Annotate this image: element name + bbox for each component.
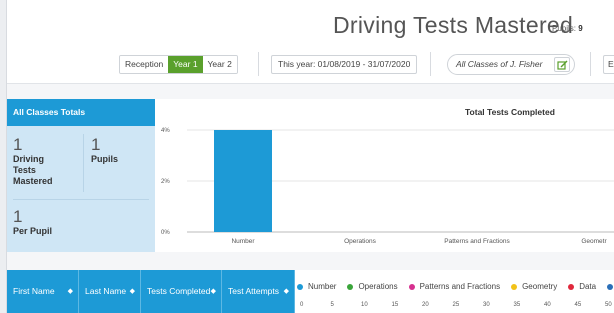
sort-icon: ◆: [129, 288, 135, 295]
x-tick-label: Operations: [344, 238, 377, 245]
axis-tick-label: 20: [422, 302, 429, 308]
column-header-tests-completed[interactable]: Tests Completed ◆: [141, 270, 222, 313]
sort-icon: ◆: [67, 288, 73, 295]
tab-year-1[interactable]: Year 1: [168, 56, 203, 73]
legend-label: Operations: [358, 282, 398, 291]
tab-reception[interactable]: Reception: [120, 56, 169, 73]
axis-tick-label: 30: [483, 302, 490, 308]
column-label: Last Name: [85, 286, 127, 296]
divider: [13, 199, 149, 200]
y-tick-label: 2%: [161, 179, 170, 185]
sort-icon: ◆: [283, 288, 289, 295]
axis-tick-label: 45: [574, 302, 582, 308]
stat-label-line: Mastered: [13, 176, 53, 186]
summary-panel: All Classes Totals 1 Driving Tests Maste…: [7, 99, 155, 252]
axis-tick-label: 35: [513, 302, 521, 308]
x-tick-label: Number: [231, 238, 255, 245]
column-header-last-name[interactable]: Last Name ◆: [79, 270, 141, 313]
divider: [430, 52, 431, 76]
sort-icon: ◆: [210, 288, 216, 295]
legend-dot: [568, 283, 575, 290]
page-header: Driving Tests Mastered Pupils: 9 Recepti…: [7, 0, 614, 84]
tab-year-2[interactable]: Year 2: [202, 56, 237, 73]
x-tick-label: Geometr: [581, 238, 607, 245]
axis-tick-label: 5: [330, 302, 334, 308]
stat-value: 1: [13, 135, 23, 154]
legend-dot: [297, 283, 303, 290]
legend-item-patterns[interactable]: Patterns and Fractions: [408, 282, 501, 291]
stat-value: 1: [13, 207, 23, 226]
y-tick-label: 0%: [161, 230, 170, 236]
column-label: First Name: [13, 286, 55, 296]
edit-icon: [557, 60, 568, 70]
date-range-button[interactable]: This year: 01/08/2019 - 31/07/2020: [271, 55, 418, 74]
summary-heading: All Classes Totals: [7, 99, 155, 126]
axis-tick-label: 15: [391, 302, 399, 308]
chart-legend: Number Operations Patterns and Fractions…: [297, 282, 614, 291]
legend-item-geometry[interactable]: Geometry: [511, 282, 557, 291]
class-selector[interactable]: All Classes of J. Fisher: [447, 54, 575, 75]
class-selector-value: All Classes of J. Fisher: [456, 59, 543, 69]
legend-dot: [607, 283, 614, 290]
edit-class-button[interactable]: [554, 57, 570, 72]
axis-tick-label: 25: [452, 302, 460, 308]
export-button[interactable]: Ex: [603, 55, 614, 74]
stat-per-pupil: 1 Per Pupil: [13, 208, 52, 237]
stat-label-line: Tests: [13, 165, 36, 175]
legend-dot: [408, 283, 415, 290]
pupils-count: Pupils: 9: [552, 24, 583, 33]
column-label: Test Attempts: [228, 286, 280, 296]
divider: [590, 52, 591, 76]
divider: [258, 52, 259, 76]
pupils-value: 9: [578, 24, 583, 33]
table-header: First Name ◆ Last Name ◆ Tests Completed…: [7, 270, 614, 313]
column-header-test-attempts[interactable]: Test Attempts ◆: [222, 270, 295, 313]
axis-tick-label: 10: [361, 302, 368, 308]
legend-label: Patterns and Fractions: [419, 282, 501, 291]
pupils-label: Pupils:: [552, 24, 577, 33]
app-frame: Driving Tests Mastered Pupils: 9 Recepti…: [6, 0, 614, 313]
divider: [83, 134, 84, 192]
legend-axis: 0 5 10 15 20 25 30 35 40 45 50: [297, 302, 614, 312]
stat-label-line: Driving: [13, 154, 45, 164]
stat-label: Pupils: [91, 154, 119, 164]
bar-chart: 0% 2% 4% Number Operations Patterns and Fract…: [161, 128, 614, 245]
axis-tick-label: 0: [300, 302, 304, 308]
y-tick-label: 4%: [161, 128, 170, 134]
legend-label: Number: [308, 282, 337, 291]
stat-pupils: 1 Pupils: [91, 136, 118, 165]
legend-item-operations[interactable]: Operations: [347, 282, 398, 291]
bar-number[interactable]: [214, 130, 272, 232]
legend-dot: [511, 283, 518, 290]
chart-panel: Total Tests Completed 0% 2% 4% Number Operat…: [155, 99, 614, 252]
year-tabs: Reception Year 1 Year 2: [119, 55, 238, 74]
stat-driving-tests-mastered: 1 Driving Tests Mastered: [13, 136, 53, 187]
legend-item-data[interactable]: Data: [568, 282, 596, 291]
legend-item-measures[interactable]: Me: [607, 282, 614, 291]
legend-item-number[interactable]: Number: [297, 282, 336, 291]
legend-dot: [347, 283, 354, 290]
axis-tick-label: 50: [605, 302, 612, 308]
column-header-first-name[interactable]: First Name ◆: [7, 270, 79, 313]
stat-label: Per Pupil: [13, 226, 53, 236]
column-label: Tests Completed: [147, 286, 211, 296]
page-title: Driving Tests Mastered: [333, 12, 574, 38]
stat-value: 1: [91, 135, 101, 154]
x-tick-label: Patterns and Fractions: [444, 238, 510, 245]
legend-label: Geometry: [522, 282, 558, 291]
legend-label: Data: [579, 282, 597, 291]
axis-tick-label: 40: [544, 302, 551, 308]
